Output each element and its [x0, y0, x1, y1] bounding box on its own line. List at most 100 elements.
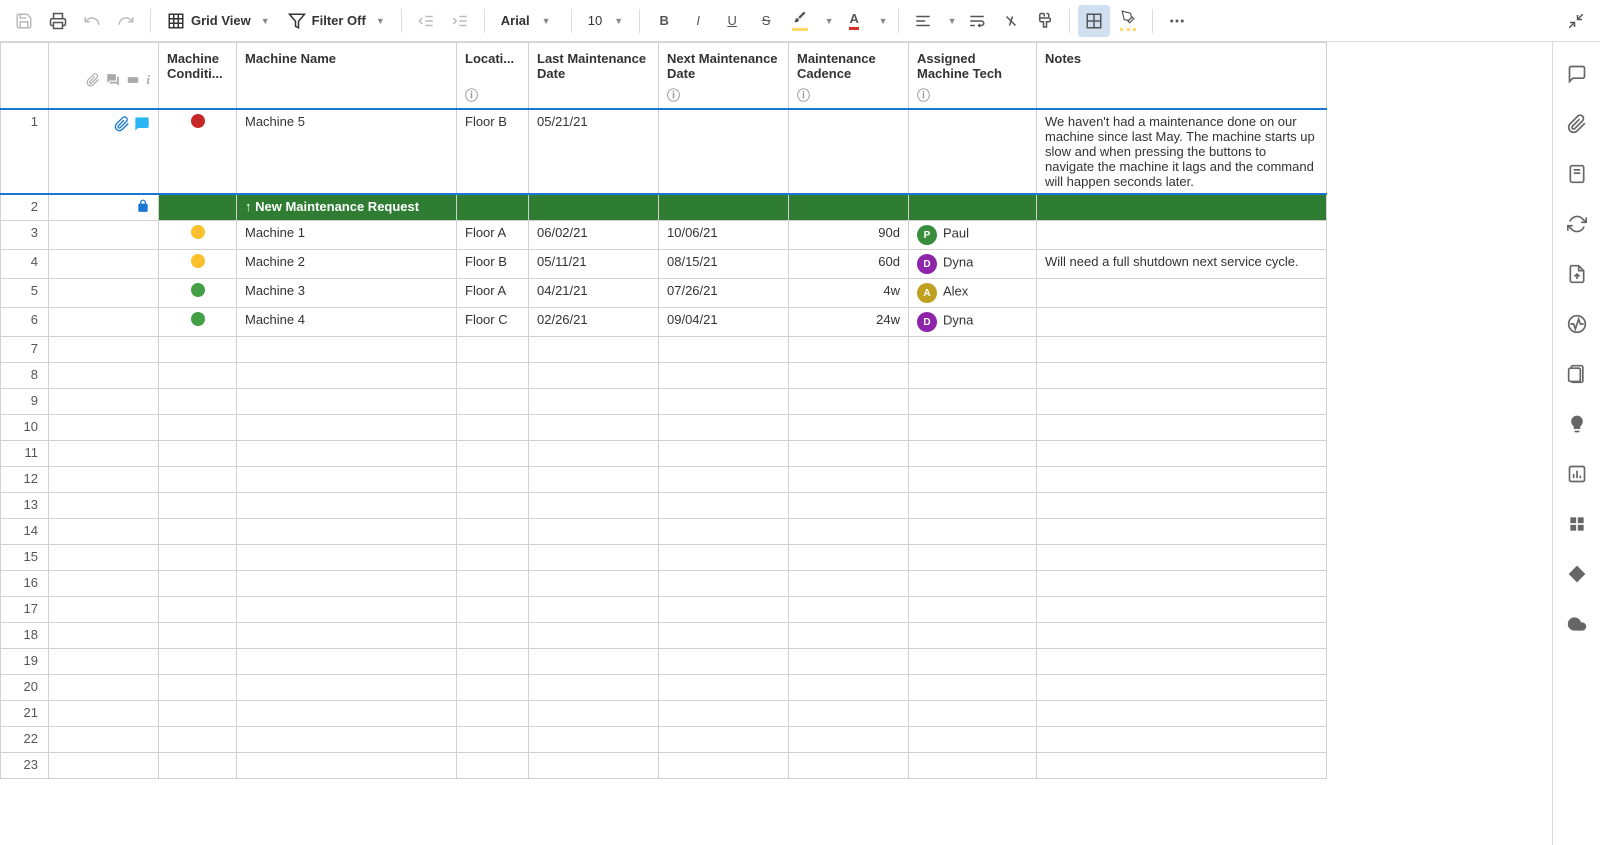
cell[interactable] [159, 441, 237, 467]
cell[interactable] [909, 623, 1037, 649]
cell[interactable] [789, 389, 909, 415]
cell[interactable] [659, 389, 789, 415]
cell[interactable]: Floor A [457, 221, 529, 250]
cell[interactable] [789, 415, 909, 441]
cell[interactable] [457, 571, 529, 597]
cell[interactable] [529, 415, 659, 441]
table-row[interactable]: 23 [1, 753, 1327, 779]
row-number[interactable]: 15 [1, 545, 49, 571]
cell[interactable] [789, 701, 909, 727]
cell[interactable] [909, 389, 1037, 415]
cell[interactable] [1037, 571, 1327, 597]
cell[interactable] [457, 597, 529, 623]
cell[interactable] [159, 308, 237, 337]
row-number[interactable]: 21 [1, 701, 49, 727]
cell[interactable] [159, 753, 237, 779]
cell[interactable] [659, 109, 789, 194]
cell[interactable] [529, 363, 659, 389]
cell[interactable]: Machine 5 [237, 109, 457, 194]
cell[interactable] [659, 194, 789, 221]
cell[interactable]: 06/02/21 [529, 221, 659, 250]
cell[interactable] [159, 363, 237, 389]
cell[interactable] [789, 649, 909, 675]
row-number[interactable]: 3 [1, 221, 49, 250]
cell[interactable] [909, 337, 1037, 363]
cell[interactable]: Machine 3 [237, 279, 457, 308]
cell[interactable] [1037, 701, 1327, 727]
cell[interactable] [909, 675, 1037, 701]
cell[interactable] [159, 109, 237, 194]
cell[interactable] [909, 727, 1037, 753]
cell[interactable] [237, 623, 457, 649]
cell[interactable] [529, 519, 659, 545]
cell[interactable]: We haven't had a maintenance done on our… [1037, 109, 1327, 194]
row-number[interactable]: 8 [1, 363, 49, 389]
upload-panel-button[interactable] [1561, 258, 1593, 290]
cell[interactable]: ↑ New Maintenance Request [237, 194, 457, 221]
print-button[interactable] [42, 5, 74, 37]
cell[interactable] [909, 597, 1037, 623]
more-button[interactable] [1161, 5, 1193, 37]
idea-panel-button[interactable] [1561, 408, 1593, 440]
cell[interactable]: Machine 1 [237, 221, 457, 250]
cell[interactable] [529, 571, 659, 597]
cell[interactable] [1037, 363, 1327, 389]
cell[interactable] [789, 727, 909, 753]
cell[interactable] [1037, 308, 1327, 337]
cell[interactable] [457, 415, 529, 441]
col-next[interactable]: Next Maintenance Dateⓘ [659, 43, 789, 110]
cell[interactable] [909, 519, 1037, 545]
undo-button[interactable] [76, 5, 108, 37]
cell[interactable]: Will need a full shutdown next service c… [1037, 250, 1327, 279]
cell[interactable] [659, 441, 789, 467]
cell[interactable] [789, 519, 909, 545]
text-color-button[interactable]: A [838, 5, 870, 37]
cell[interactable]: 07/26/21 [659, 279, 789, 308]
cell[interactable] [159, 493, 237, 519]
cell[interactable] [659, 597, 789, 623]
align-button[interactable] [907, 5, 939, 37]
cell[interactable] [237, 649, 457, 675]
cell[interactable] [159, 250, 237, 279]
conditional-format-button[interactable] [1078, 5, 1110, 37]
format-painter-button[interactable] [1029, 5, 1061, 37]
cell[interactable] [659, 363, 789, 389]
cell[interactable] [529, 545, 659, 571]
cell[interactable] [457, 337, 529, 363]
cell[interactable] [1037, 467, 1327, 493]
row-number[interactable]: 10 [1, 415, 49, 441]
cell[interactable]: 4w [789, 279, 909, 308]
strikethrough-button[interactable]: S [750, 5, 782, 37]
bold-button[interactable]: B [648, 5, 680, 37]
cell[interactable] [659, 545, 789, 571]
cell[interactable] [237, 441, 457, 467]
cell[interactable]: PPaul [909, 221, 1037, 250]
table-row[interactable]: 17 [1, 597, 1327, 623]
table-row[interactable]: 8 [1, 363, 1327, 389]
cell[interactable] [1037, 337, 1327, 363]
info-icon[interactable]: ⓘ [667, 85, 780, 104]
cell[interactable] [457, 194, 529, 221]
table-row[interactable]: 21 [1, 701, 1327, 727]
table-row[interactable]: 9 [1, 389, 1327, 415]
cell[interactable] [909, 493, 1037, 519]
cell[interactable] [529, 727, 659, 753]
cell[interactable] [1037, 415, 1327, 441]
cell[interactable] [529, 467, 659, 493]
row-number[interactable]: 9 [1, 389, 49, 415]
cell[interactable] [457, 649, 529, 675]
cell[interactable] [789, 363, 909, 389]
cell[interactable] [159, 221, 237, 250]
brandfolder-panel-button[interactable] [1561, 508, 1593, 540]
cell[interactable] [529, 649, 659, 675]
cell[interactable] [659, 415, 789, 441]
row-number[interactable]: 19 [1, 649, 49, 675]
salesforce-panel-button[interactable] [1561, 608, 1593, 640]
outdent-button[interactable] [410, 5, 442, 37]
cell[interactable] [159, 675, 237, 701]
table-row[interactable]: 10 [1, 415, 1327, 441]
cell[interactable]: DDyna [909, 250, 1037, 279]
cell[interactable] [1037, 519, 1327, 545]
wrap-button[interactable] [961, 5, 993, 37]
cell[interactable] [1037, 441, 1327, 467]
